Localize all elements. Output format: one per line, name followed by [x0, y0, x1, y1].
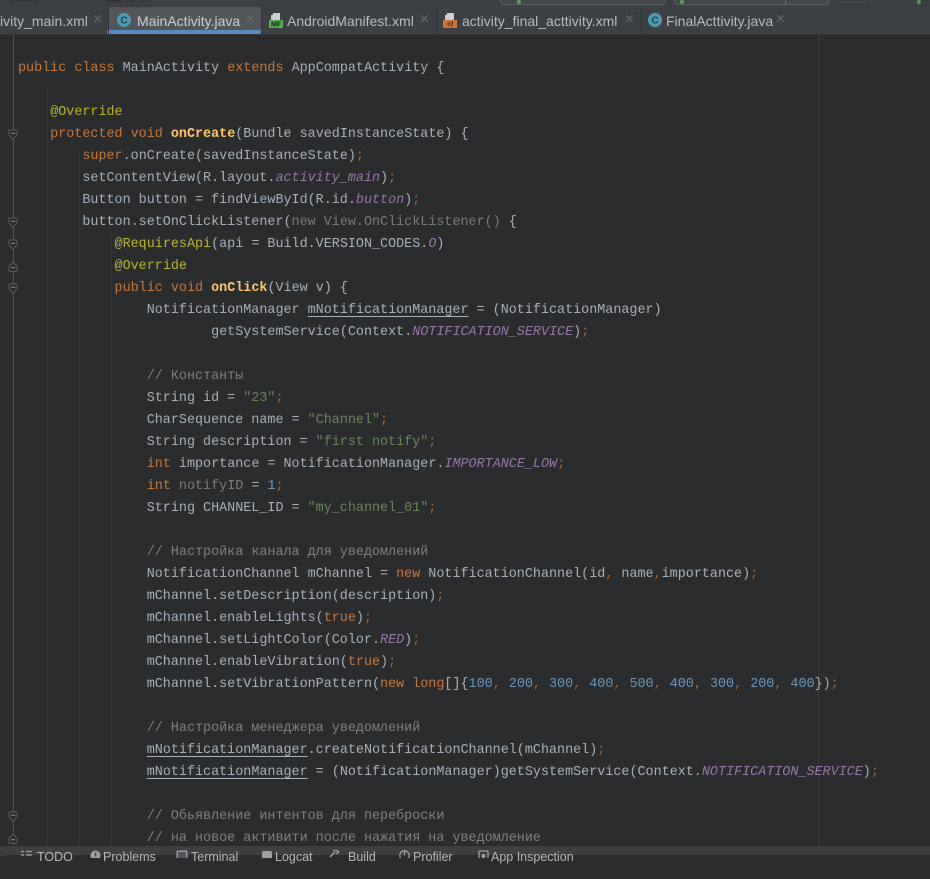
svg-text:C: C — [120, 16, 127, 27]
svg-text:MF: MF — [271, 22, 282, 29]
svg-text:C: C — [651, 16, 658, 27]
svg-text:</: </ — [447, 20, 454, 29]
